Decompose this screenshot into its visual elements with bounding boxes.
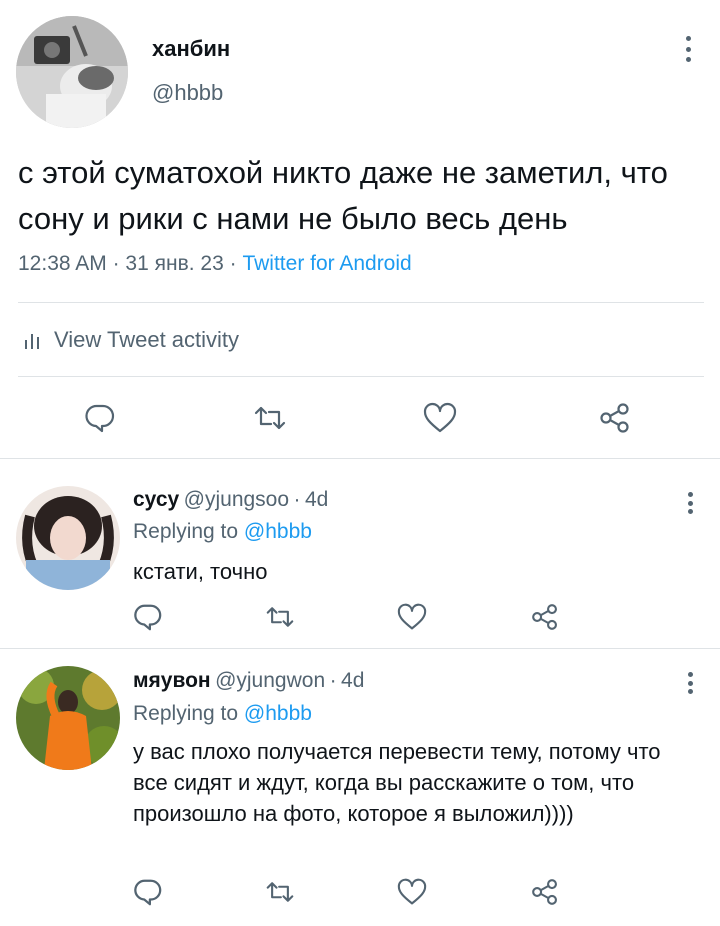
reply-button[interactable] bbox=[131, 875, 165, 909]
reply-avatar-photo bbox=[16, 486, 120, 590]
main-avatar-photo bbox=[16, 16, 128, 128]
like-icon bbox=[423, 402, 457, 433]
view-activity-label: View Tweet activity bbox=[54, 327, 240, 352]
view-activity-button[interactable]: View Tweet activity bbox=[24, 327, 239, 353]
retweet-button[interactable] bbox=[263, 875, 297, 909]
share-icon bbox=[600, 403, 629, 433]
reply-handle[interactable]: @yjungwon bbox=[215, 669, 325, 692]
share-button[interactable] bbox=[528, 600, 562, 634]
reply-more-icon[interactable] bbox=[680, 490, 700, 516]
reply-button[interactable] bbox=[131, 600, 165, 634]
tweet-time: 12:38 AM bbox=[18, 252, 107, 275]
like-button[interactable] bbox=[420, 398, 460, 438]
like-icon bbox=[397, 603, 427, 630]
reply-display-name[interactable]: мяувон bbox=[133, 669, 211, 692]
replying-to-prefix: Replying to bbox=[133, 702, 239, 725]
reply-avatar[interactable] bbox=[16, 666, 120, 770]
main-display-name[interactable]: ханбин bbox=[152, 36, 230, 62]
replying-to: Replying to @hbbb bbox=[133, 702, 312, 726]
retweet-button[interactable] bbox=[250, 398, 290, 438]
reply-display-name[interactable]: сусу bbox=[133, 488, 179, 511]
reply-text: кстати, точно bbox=[133, 559, 268, 584]
reply-dot: · bbox=[293, 488, 301, 511]
replying-to-handle[interactable]: @hbbb bbox=[244, 702, 312, 725]
tweet-date: 31 янв. 23 bbox=[125, 252, 224, 275]
main-avatar[interactable] bbox=[16, 16, 128, 128]
like-button[interactable] bbox=[395, 875, 429, 909]
reply-age: 4d bbox=[304, 488, 329, 511]
tweet-source-link[interactable]: Twitter for Android bbox=[242, 252, 411, 275]
like-button[interactable] bbox=[395, 600, 429, 634]
reply-avatar-photo bbox=[16, 666, 120, 770]
reply-header: сусу @yjungsoo · 4d bbox=[133, 488, 328, 512]
meta-separator: · bbox=[112, 252, 120, 275]
divider bbox=[18, 376, 704, 377]
share-button[interactable] bbox=[528, 875, 562, 909]
like-icon bbox=[397, 878, 427, 905]
divider bbox=[0, 648, 720, 649]
more-icon[interactable] bbox=[678, 34, 698, 64]
retweet-button[interactable] bbox=[263, 600, 297, 634]
replying-to-handle[interactable]: @hbbb bbox=[244, 520, 312, 543]
retweet-icon bbox=[266, 607, 294, 627]
share-icon bbox=[532, 879, 557, 905]
reply-icon bbox=[134, 604, 162, 631]
reply-text: у вас плохо получается перевести тему, п… bbox=[133, 739, 661, 826]
share-icon bbox=[532, 604, 557, 630]
divider bbox=[18, 302, 704, 303]
tweet-meta: 12:38 AM · 31 янв. 23 · Twitter for Andr… bbox=[18, 252, 412, 276]
tweet-text: с этой суматохой никто даже не заметил, … bbox=[18, 155, 668, 236]
share-button[interactable] bbox=[595, 398, 635, 438]
bar-chart-icon bbox=[25, 334, 39, 349]
reply-dot: · bbox=[329, 669, 337, 692]
reply-icon bbox=[85, 404, 115, 433]
reply-avatar[interactable] bbox=[16, 486, 120, 590]
reply-header: мяувон @yjungwon · 4d bbox=[133, 669, 364, 693]
reply-button[interactable] bbox=[80, 398, 120, 438]
retweet-icon bbox=[254, 406, 286, 430]
replying-to-prefix: Replying to bbox=[133, 520, 239, 543]
reply-icon bbox=[134, 879, 162, 906]
meta-separator: · bbox=[229, 252, 237, 275]
main-handle[interactable]: @hbbb bbox=[152, 80, 223, 106]
reply-more-icon[interactable] bbox=[680, 670, 700, 696]
reply-handle[interactable]: @yjungsoo bbox=[184, 488, 289, 511]
retweet-icon bbox=[266, 882, 294, 902]
replying-to: Replying to @hbbb bbox=[133, 520, 312, 544]
divider bbox=[0, 458, 720, 459]
reply-age: 4d bbox=[341, 669, 365, 692]
